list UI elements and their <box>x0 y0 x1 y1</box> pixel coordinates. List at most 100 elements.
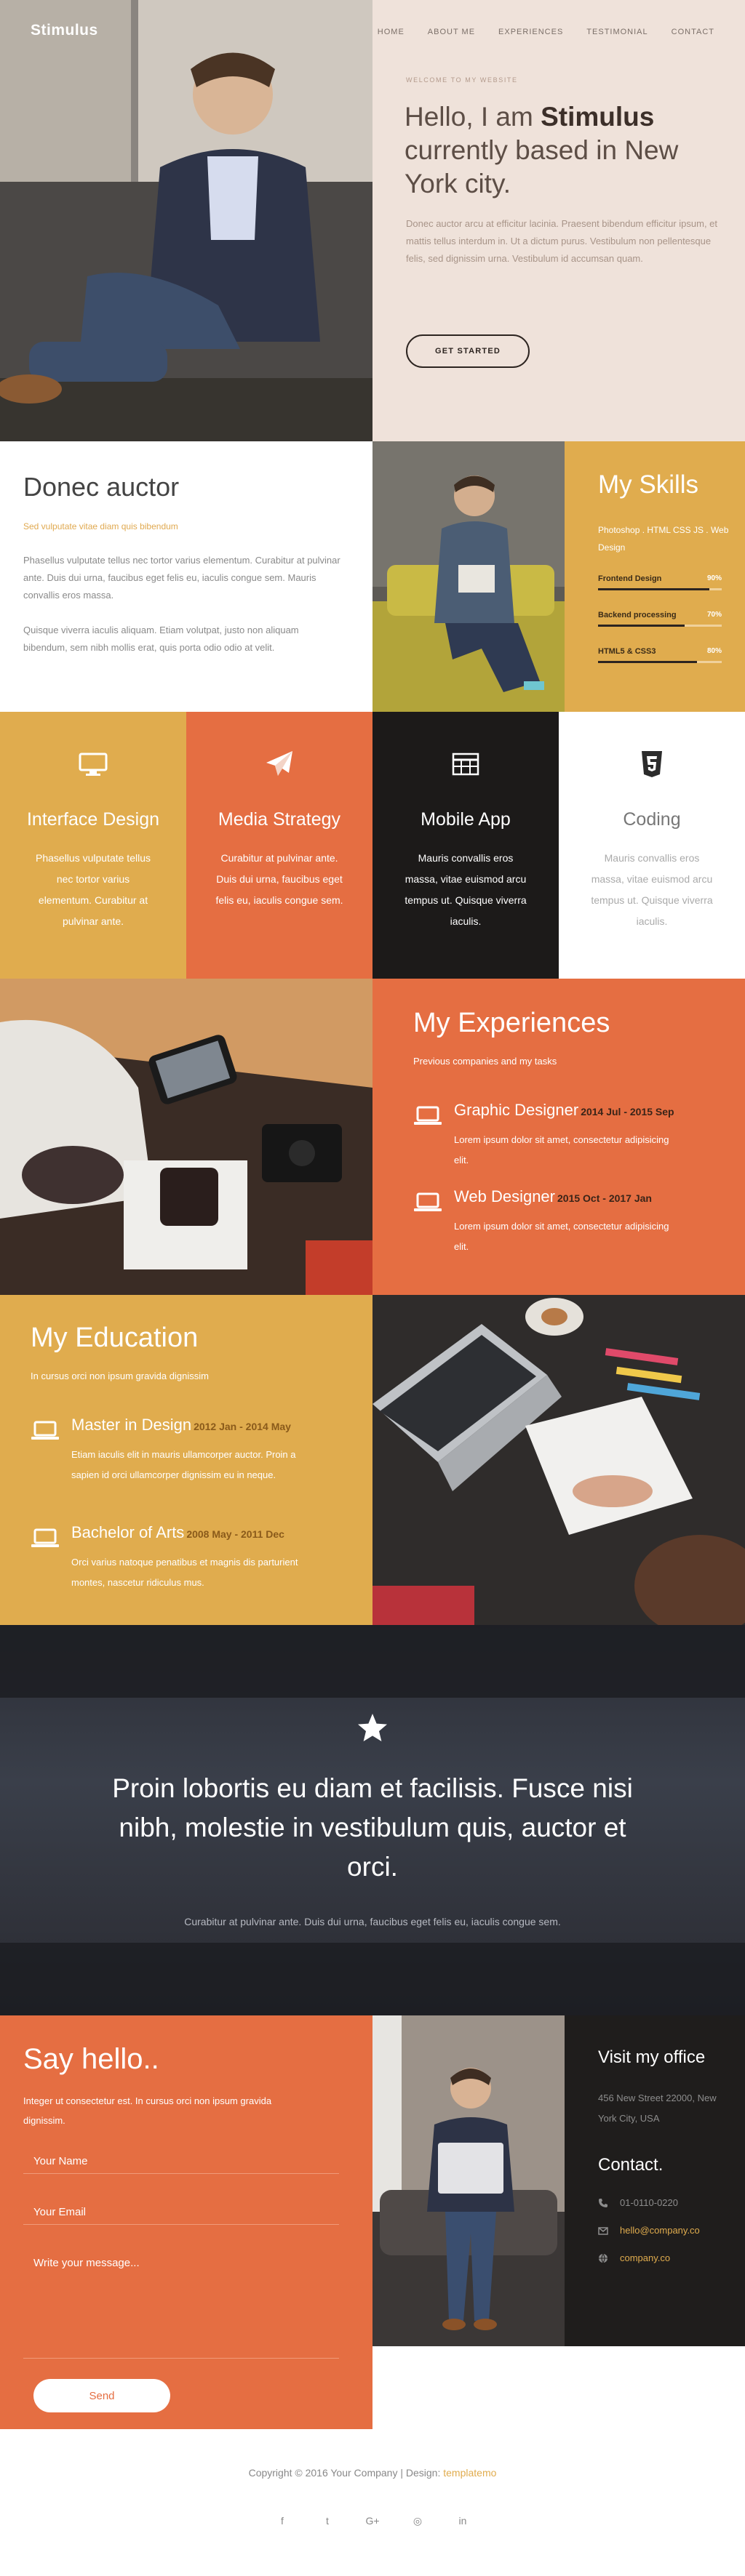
star-icon <box>358 1714 387 1741</box>
service-text: Phasellus vulputate tellus nec tortor va… <box>36 852 151 927</box>
service-coding: Coding Mauris convallis eros massa, vita… <box>559 712 745 979</box>
laptop-icon <box>31 1528 59 1547</box>
quote-top-band <box>0 1625 745 1698</box>
skills-title: My Skills <box>598 470 699 499</box>
service-interface-design: Interface Design Phasellus vulputate tel… <box>0 712 186 979</box>
dribbble-icon[interactable]: ◎ <box>410 2515 425 2527</box>
skill-bar-track <box>598 588 722 590</box>
experience-text: Lorem ipsum dolor sit amet, consectetur … <box>454 1221 669 1252</box>
office-title: Visit my office <box>598 2047 706 2067</box>
google-plus-icon[interactable]: G+ <box>365 2515 380 2527</box>
laptop-icon <box>31 1421 59 1440</box>
twitter-icon[interactable]: t <box>320 2515 335 2527</box>
services-section: Interface Design Phasellus vulputate tel… <box>0 712 745 979</box>
design-credit-link[interactable]: templatemo <box>443 2467 496 2479</box>
email-field[interactable] <box>23 2206 339 2225</box>
nav-testimonial[interactable]: TESTIMONIAL <box>586 28 648 36</box>
about-title: Donec auctor <box>23 472 180 502</box>
experience-heading: Graphic Designer 2014 Jul - 2015 Sep <box>454 1101 674 1120</box>
quote-bottom-band <box>0 1943 745 2015</box>
experiences-title: My Experiences <box>413 1008 610 1038</box>
about-section: Donec auctor Sed vulputate vitae diam qu… <box>0 441 745 712</box>
skill-name: Frontend Design <box>598 574 662 583</box>
experience-text: Lorem ipsum dolor sit amet, consectetur … <box>454 1134 669 1165</box>
hero-title-post: currently based in New York city. <box>405 135 679 198</box>
website-link[interactable]: company.co <box>620 2252 670 2263</box>
service-text: Mauris convallis eros massa, vitae euism… <box>591 852 713 927</box>
education-section: My Education In cursus orci non ipsum gr… <box>0 1295 745 1625</box>
hero-text: Donec auctor arcu at efficitur lacinia. … <box>406 218 718 264</box>
email-link[interactable]: hello@company.co <box>620 2225 700 2236</box>
skill-percent: 70% <box>706 611 722 619</box>
contact-photo-man-with-laptop <box>372 2015 565 2346</box>
site-logo[interactable]: Stimulus <box>31 22 98 39</box>
education-item-title: Master in Design <box>71 1416 192 1434</box>
nav-contact[interactable]: CONTACT <box>672 28 714 36</box>
phone-icon <box>599 2198 607 2207</box>
laptop-icon <box>414 1106 442 1125</box>
nav-experiences[interactable]: EXPERIENCES <box>498 28 563 36</box>
hero-kicker: WELCOME TO MY WEBSITE <box>406 76 518 84</box>
copyright-text: Copyright © 2016 Your Company | Design: <box>248 2467 444 2479</box>
experience-date: 2015 Oct - 2017 Jan <box>557 1192 652 1204</box>
service-title: Interface Design <box>26 809 160 830</box>
html5-icon <box>642 751 662 777</box>
copyright: Copyright © 2016 Your Company | Design: … <box>0 2467 745 2479</box>
hero-title-name: Stimulus <box>541 102 655 132</box>
office-info-panel: Visit my office 456 New Street 22000, Ne… <box>565 2015 745 2346</box>
experiences-subtitle: Previous companies and my tasks <box>413 1056 557 1067</box>
skill-bar-track <box>598 625 722 627</box>
about-paragraph-2: Quisque viverra iaculis aliquam. Etiam v… <box>23 625 299 653</box>
hero-title-pre: Hello, I am <box>405 102 541 132</box>
nav-home[interactable]: HOME <box>378 28 405 36</box>
service-mobile-app: Mobile App Mauris convallis eros massa, … <box>372 712 559 979</box>
quote-caption: Curabitur at pulvinar ante. Duis dui urn… <box>184 1916 561 1927</box>
skill-bar-fill <box>598 588 709 590</box>
testimonial-section: Proin lobortis eu diam et facilisis. Fus… <box>0 1625 745 2015</box>
name-field[interactable] <box>23 2155 339 2174</box>
skills-subtitle: Photoshop . HTML CSS JS . Web Design <box>598 525 729 553</box>
paper-plane-icon <box>266 751 292 776</box>
contact-phone: 01-0110-0220 <box>598 2197 678 2208</box>
facebook-icon[interactable]: f <box>275 2515 290 2527</box>
experiences-panel: My Experiences Previous companies and my… <box>372 979 745 1295</box>
hero-title: Hello, I am Stimulus currently based in … <box>405 100 710 201</box>
skill-name: HTML5 & CSS3 <box>598 647 656 656</box>
education-photo-laptop-and-notebook <box>372 1295 745 1625</box>
about-text-panel: Donec auctor Sed vulputate vitae diam qu… <box>0 441 372 712</box>
nav-about-me[interactable]: ABOUT ME <box>428 28 475 36</box>
about-photo-man-reading <box>372 441 565 712</box>
skill-frontend: Frontend Design 90% <box>598 574 722 590</box>
phone-number: 01-0110-0220 <box>620 2197 678 2208</box>
skill-percent: 80% <box>706 647 722 655</box>
education-panel: My Education In cursus orci non ipsum gr… <box>0 1295 372 1625</box>
send-button[interactable]: Send <box>33 2379 170 2412</box>
experience-title: Graphic Designer <box>454 1101 579 1119</box>
service-text: Curabitur at pulvinar ante. Duis dui urn… <box>215 852 343 906</box>
skills-panel: My Skills Photoshop . HTML CSS JS . Web … <box>565 441 745 712</box>
service-media-strategy: Media Strategy Curabitur at pulvinar ant… <box>186 712 372 979</box>
experience-date: 2014 Jul - 2015 Sep <box>581 1106 674 1118</box>
skill-backend: Backend processing 70% <box>598 611 722 627</box>
linkedin-icon[interactable]: in <box>455 2515 470 2527</box>
monitor-icon <box>79 753 108 776</box>
office-address: 456 New Street 22000, New York City, USA <box>598 2093 717 2124</box>
education-item-title: Bachelor of Arts <box>71 1523 185 1541</box>
message-field[interactable] <box>23 2257 339 2359</box>
contact-email: hello@company.co <box>598 2225 700 2236</box>
contact-form-panel: Say hello.. Integer ut consectetur est. … <box>0 2015 372 2429</box>
education-heading: Bachelor of Arts 2008 May - 2011 Dec <box>71 1523 284 1542</box>
envelope-icon <box>598 2226 608 2235</box>
education-heading: Master in Design 2012 Jan - 2014 May <box>71 1416 291 1435</box>
service-title: Mobile App <box>421 809 511 830</box>
contact-section: Say hello.. Integer ut consectetur est. … <box>0 2015 745 2429</box>
education-subtitle: In cursus orci non ipsum gravida digniss… <box>31 1371 209 1381</box>
experience-title: Web Designer <box>454 1187 555 1205</box>
experience-heading: Web Designer 2015 Oct - 2017 Jan <box>454 1187 652 1206</box>
hero-photo-man-on-sofa <box>0 0 372 441</box>
education-title: My Education <box>31 1323 199 1353</box>
experiences-photo-phone-on-desk <box>0 979 372 1295</box>
get-started-button[interactable]: GET STARTED <box>406 334 530 368</box>
skill-bar-fill <box>598 661 697 663</box>
social-links: f t G+ ◎ in <box>0 2515 745 2527</box>
